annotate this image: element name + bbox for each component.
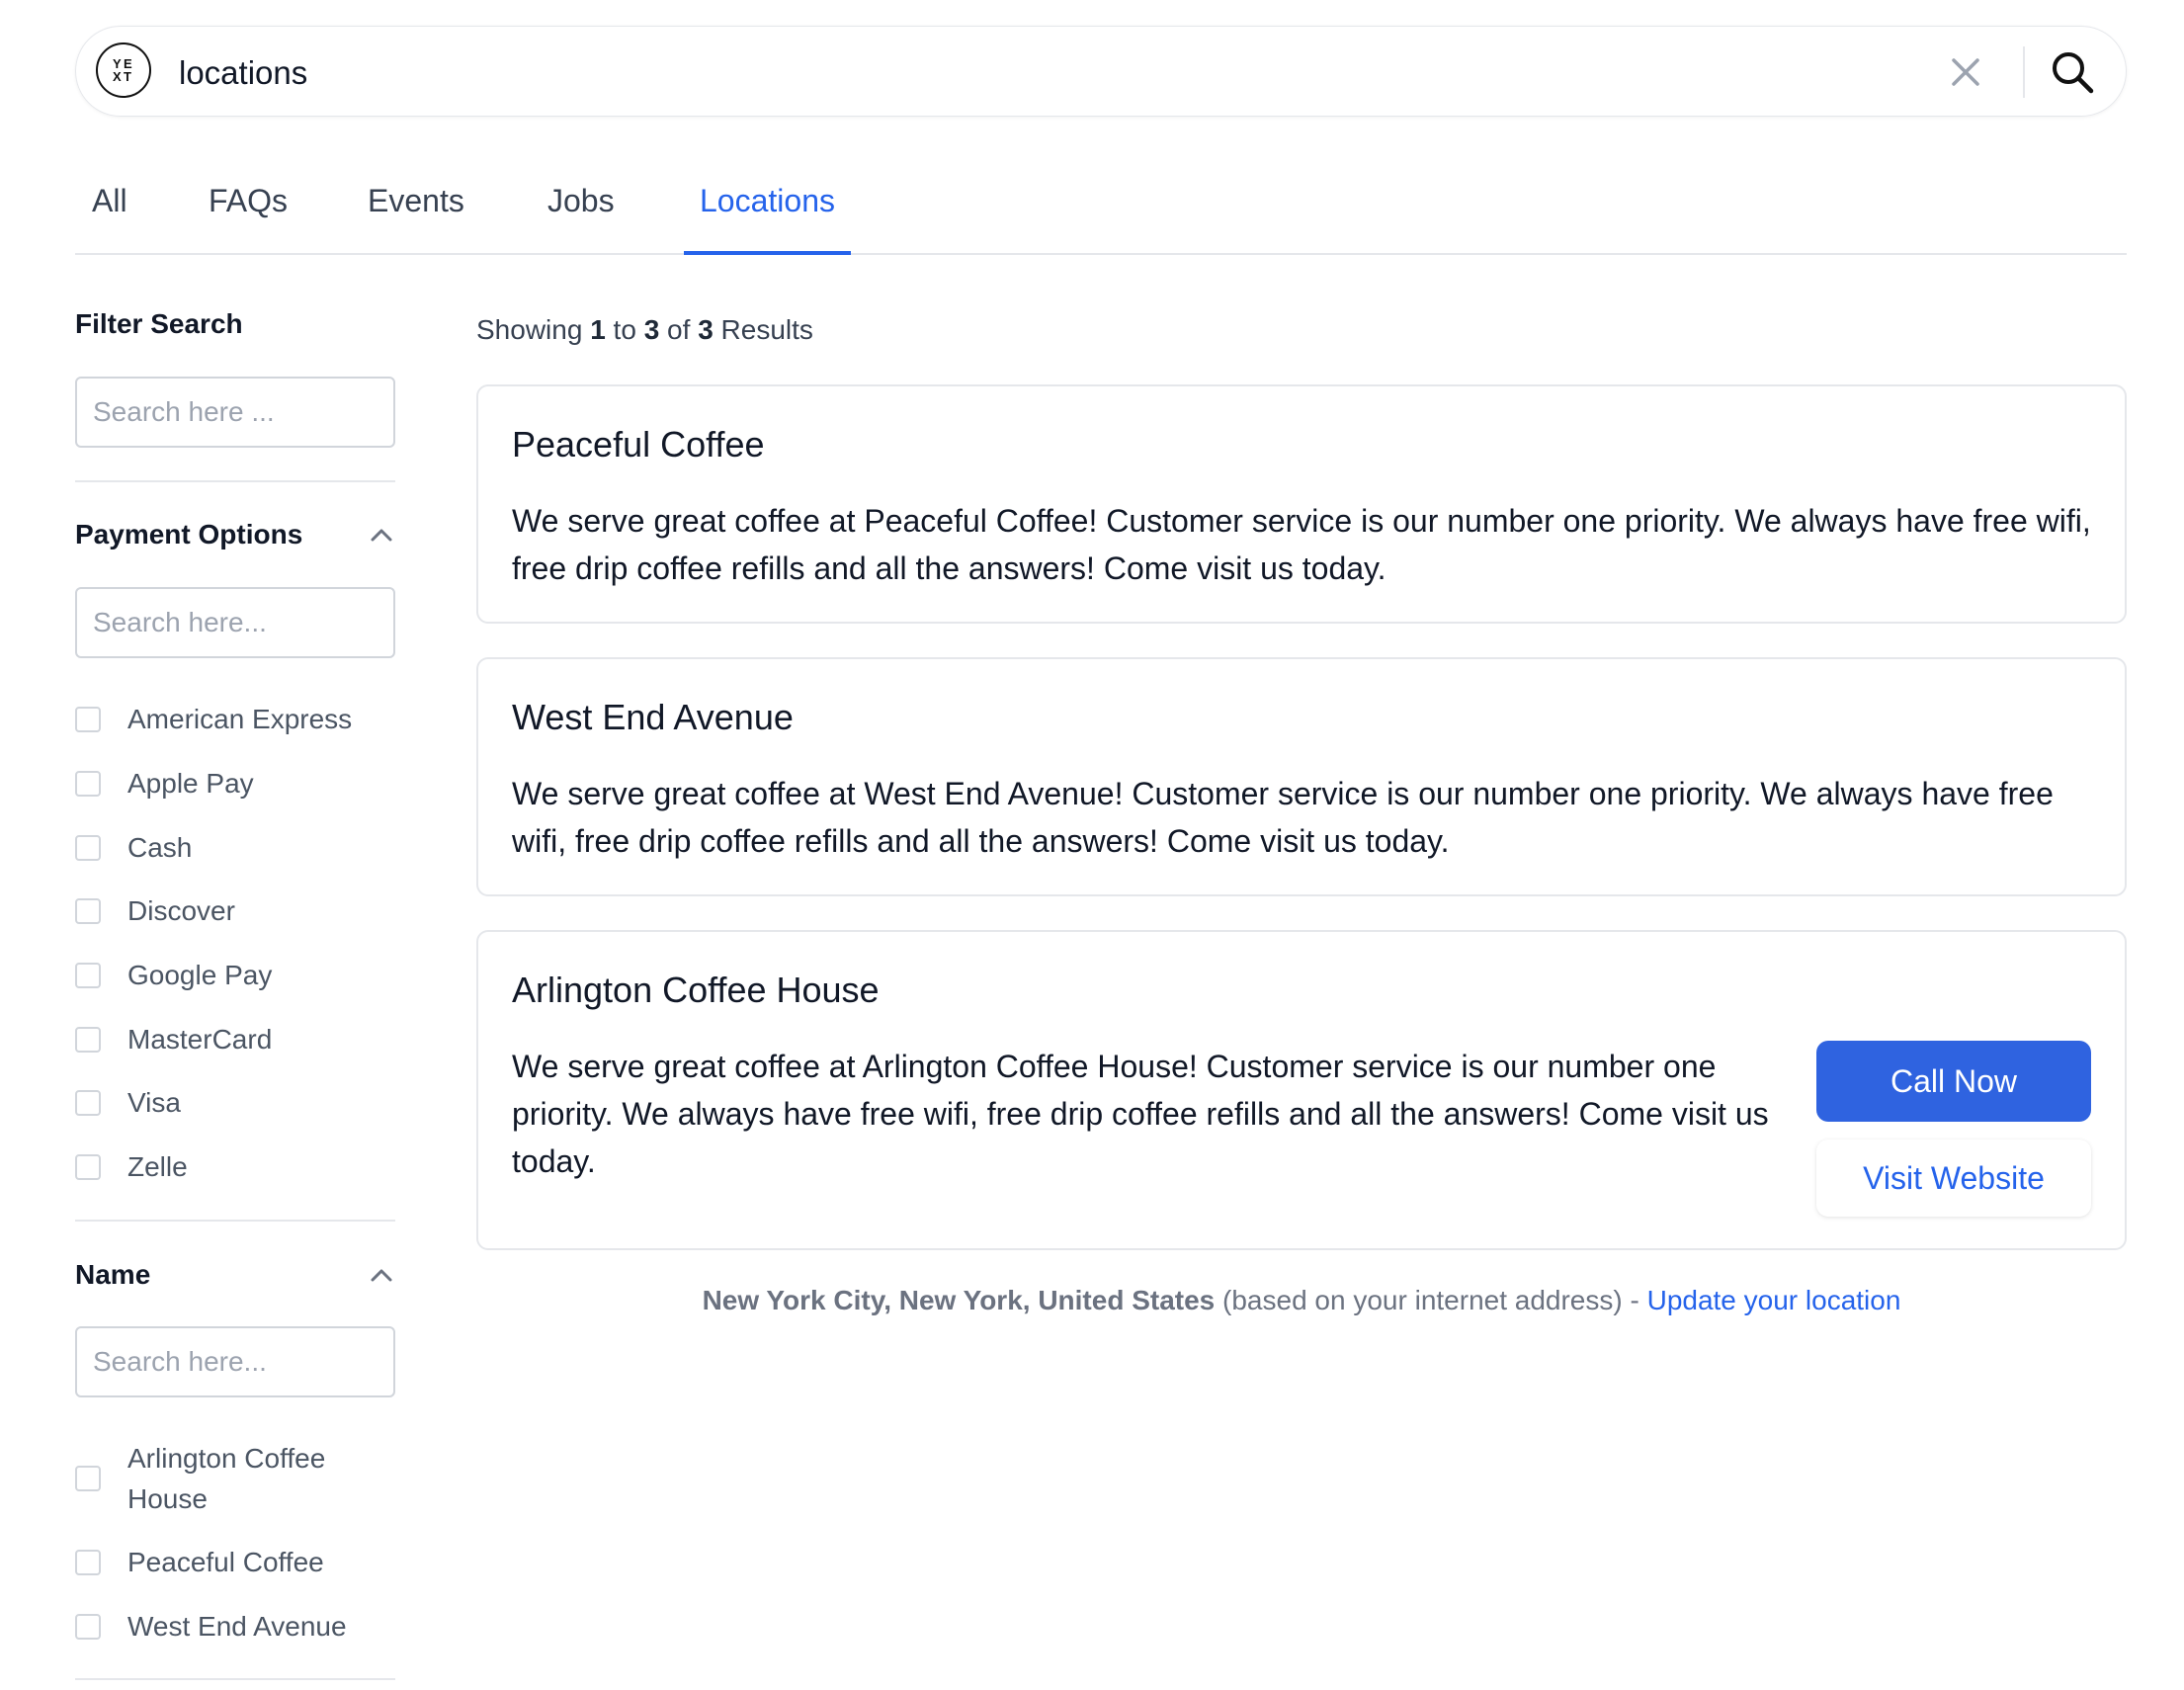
divider — [75, 1678, 395, 1680]
result-card: West End Avenue We serve great coffee at… — [476, 657, 2127, 896]
checkbox-option[interactable]: Google Pay — [75, 955, 395, 995]
name-search-input[interactable] — [75, 1326, 395, 1397]
result-title[interactable]: Peaceful Coffee — [512, 424, 765, 465]
option-label: Visa — [127, 1087, 181, 1118]
location-bias: New York City, New York, United States (… — [476, 1285, 2127, 1316]
chevron-up-icon[interactable] — [368, 1261, 395, 1289]
location-basis: (based on your internet address) - — [1222, 1285, 1639, 1315]
results-suffix: Results — [720, 314, 813, 345]
search-input[interactable] — [177, 27, 1960, 120]
result-description: We serve great coffee at Arlington Coffe… — [512, 1049, 1769, 1179]
checkbox[interactable] — [75, 770, 101, 797]
results-end: 3 — [643, 314, 660, 345]
checkbox[interactable] — [75, 706, 101, 732]
option-label: Zelle — [127, 1151, 188, 1182]
checkbox-option[interactable]: Arlington Coffee House — [75, 1438, 395, 1519]
checkbox-option[interactable]: American Express — [75, 699, 395, 739]
checkbox-option[interactable]: West End Avenue — [75, 1606, 395, 1647]
checkbox[interactable] — [75, 962, 101, 988]
checkbox[interactable] — [75, 1153, 101, 1180]
searchbar-divider — [2023, 46, 2025, 98]
vertical-tabs: All FAQs Events Jobs Locations — [75, 158, 2127, 255]
result-title[interactable]: West End Avenue — [512, 697, 794, 738]
tab-events[interactable]: Events — [368, 158, 464, 253]
search-bar: Y E X T — [75, 26, 2127, 120]
results-total: 3 — [698, 314, 714, 345]
call-now-button[interactable]: Call Now — [1816, 1041, 2091, 1122]
tab-all[interactable]: All — [92, 158, 127, 253]
svg-text:T: T — [124, 69, 131, 84]
tab-jobs[interactable]: Jobs — [547, 158, 615, 253]
option-label: Peaceful Coffee — [127, 1547, 324, 1577]
checkbox[interactable] — [75, 897, 101, 924]
result-description: We serve great coffee at Peaceful Coffee… — [512, 503, 2091, 586]
update-location-link[interactable]: Update your location — [1647, 1285, 1901, 1315]
checkbox[interactable] — [75, 1089, 101, 1116]
results-start: 1 — [590, 314, 606, 345]
checkbox-option[interactable]: Zelle — [75, 1146, 395, 1187]
option-label: Discover — [127, 895, 235, 926]
payment-options-search-input[interactable] — [75, 587, 395, 658]
checkbox[interactable] — [75, 1549, 101, 1575]
option-label: Cash — [127, 832, 193, 863]
search-icon[interactable] — [2047, 46, 2098, 98]
divider — [75, 480, 395, 482]
results-of: of — [667, 314, 691, 345]
checkbox[interactable] — [75, 1026, 101, 1053]
checkbox-option[interactable]: Peaceful Coffee — [75, 1542, 395, 1582]
results-count-prefix: Showing — [476, 314, 583, 345]
option-label: Google Pay — [127, 960, 273, 990]
chevron-up-icon[interactable] — [368, 521, 395, 549]
facet-title-payment-options: Payment Options — [75, 519, 303, 549]
results-count: Showing 1 to 3 of 3 Results — [476, 314, 813, 346]
filter-search-input[interactable] — [75, 377, 395, 448]
option-label: Arlington Coffee House — [127, 1443, 326, 1514]
option-label: Apple Pay — [127, 768, 254, 799]
checkbox[interactable] — [75, 1466, 101, 1491]
results-to: to — [613, 314, 636, 345]
divider — [75, 1220, 395, 1222]
checkbox[interactable] — [75, 834, 101, 861]
visit-website-button[interactable]: Visit Website — [1816, 1140, 2091, 1217]
result-description: We serve great coffee at West End Avenue… — [512, 776, 2054, 859]
svg-text:X: X — [113, 69, 122, 84]
option-label: West End Avenue — [127, 1611, 347, 1642]
checkbox-option[interactable]: Visa — [75, 1082, 395, 1123]
tab-faqs[interactable]: FAQs — [209, 158, 288, 253]
option-label: MasterCard — [127, 1024, 273, 1055]
yext-logo-icon: Y E X T — [96, 42, 151, 98]
clear-icon[interactable] — [1944, 50, 1987, 94]
result-card: Arlington Coffee House We serve great co… — [476, 930, 2127, 1250]
facet-title-name: Name — [75, 1259, 151, 1290]
result-title[interactable]: Arlington Coffee House — [512, 970, 880, 1011]
filter-search-title: Filter Search — [75, 308, 243, 339]
result-card: Peaceful Coffee We serve great coffee at… — [476, 384, 2127, 624]
option-label: American Express — [127, 704, 353, 734]
checkbox[interactable] — [75, 1613, 101, 1640]
checkbox-option[interactable]: MasterCard — [75, 1019, 395, 1059]
tab-locations[interactable]: Locations — [684, 158, 851, 255]
checkbox-option[interactable]: Apple Pay — [75, 763, 395, 803]
location-place: New York City, New York, United States — [702, 1285, 1216, 1315]
checkbox-option[interactable]: Cash — [75, 827, 395, 868]
checkbox-option[interactable]: Discover — [75, 890, 395, 931]
